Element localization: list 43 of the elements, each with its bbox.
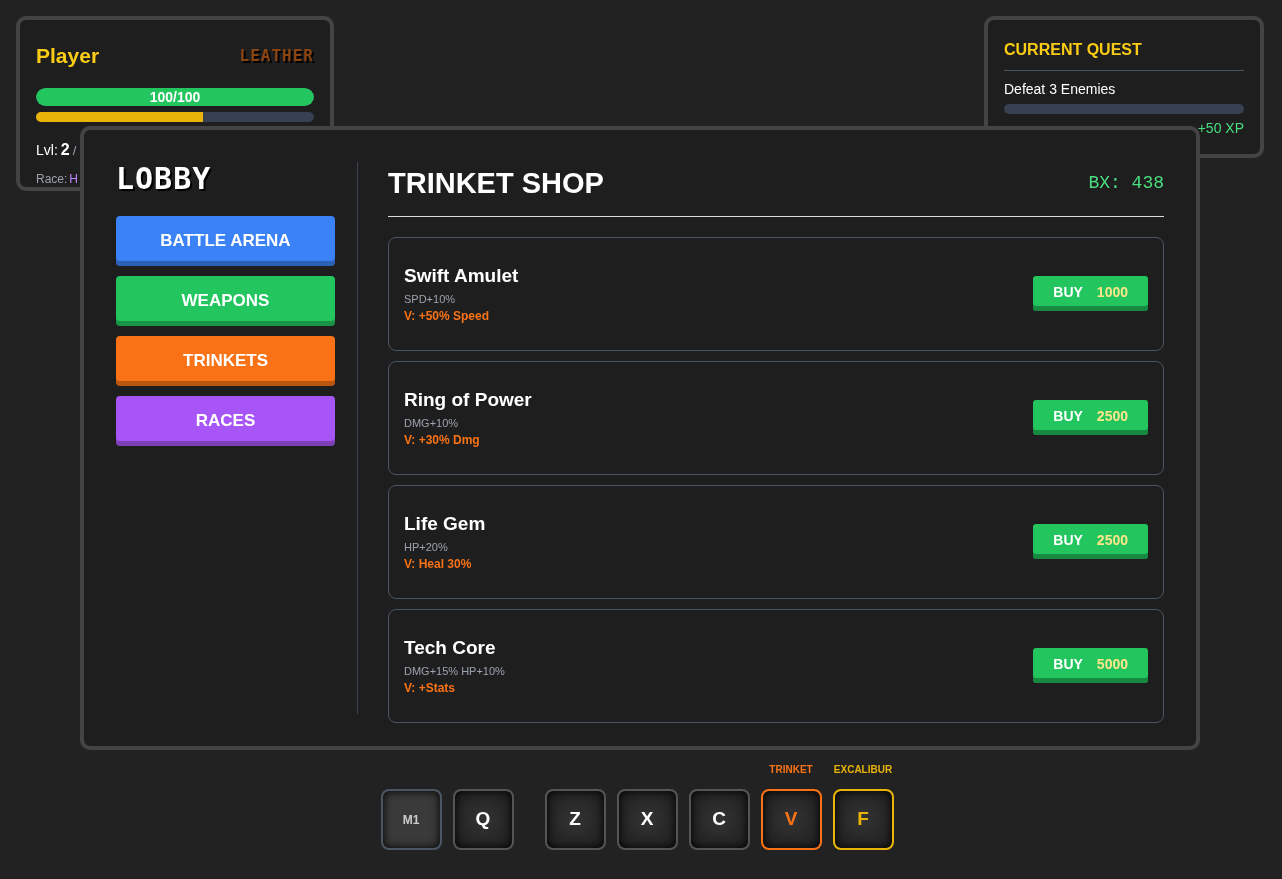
race-value: H [69, 170, 79, 188]
lobby-title: LOBBY [116, 164, 213, 194]
item-bonus: V: +Stats [404, 680, 457, 697]
item-bonus: V: Heal 30% [404, 556, 473, 573]
hotkey-slot[interactable]: Q [452, 789, 514, 850]
buy-button[interactable]: BUY 1000 [1033, 276, 1148, 311]
key-label: TRINKET [769, 763, 813, 776]
item-name: Swift Amulet [404, 264, 519, 288]
quest-title: CURRENT QUEST [1004, 38, 1244, 71]
item-stats: SPD+10% [404, 291, 457, 307]
menu-button[interactable]: TRINKETS [116, 336, 335, 386]
item-name: Ring of Power [404, 388, 532, 412]
armor-label: LEATHER [239, 44, 314, 67]
item-name: Tech Core [404, 636, 497, 660]
item-name: Life Gem [404, 512, 486, 536]
menu-button[interactable]: WEAPONS [116, 276, 335, 326]
item-stats: HP+20% [404, 539, 449, 555]
hotkey-slot[interactable]: C [688, 789, 750, 850]
xp-text: / [72, 141, 77, 160]
item-stats: DMG+10% [404, 415, 460, 431]
hotkey-slot[interactable]: X [616, 789, 678, 850]
menu-button[interactable]: BATTLE ARENA [116, 216, 335, 266]
buy-button[interactable]: BUY 5000 [1033, 648, 1148, 683]
mouse-key-slot[interactable]: M1 [380, 789, 442, 850]
hotkey-slot[interactable]: V [760, 789, 822, 850]
key-label: EXCALIBUR [833, 763, 893, 776]
buy-button[interactable]: BUY 2500 [1033, 524, 1148, 559]
item-stats: DMG+15% HP+10% [404, 663, 505, 679]
item-bonus: V: +30% Dmg [404, 432, 481, 449]
item-bonus: V: +50% Speed [404, 308, 491, 325]
quest-reward: +50 XP [1196, 119, 1244, 138]
health-text: 100/100 [148, 87, 202, 106]
player-name: Player [36, 43, 100, 69]
hotkey-slot[interactable]: F [832, 789, 894, 850]
level-label: Lvl: [36, 140, 58, 160]
race-label: Race: [36, 170, 68, 188]
quest-name: Defeat 3 Enemies [1004, 80, 1117, 99]
level-value: 2 [60, 139, 70, 160]
balance-text: BX: 438 [1088, 172, 1164, 196]
buy-button[interactable]: BUY 2500 [1033, 400, 1148, 435]
hotkey-slot[interactable]: Z [544, 789, 606, 850]
shop-title: TRINKET SHOP [388, 166, 604, 201]
menu-button[interactable]: RACES [116, 396, 335, 446]
